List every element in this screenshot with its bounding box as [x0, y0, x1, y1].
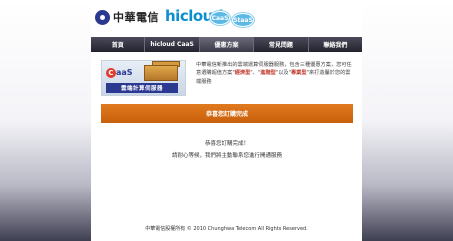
page-container: 中華電信 hicloud CaaS StaaS 首頁 hicloud CaaS …: [91, 0, 362, 241]
header: 中華電信 hicloud CaaS StaaS: [91, 0, 362, 34]
nav-item-home[interactable]: 首頁: [91, 37, 146, 52]
banner-title: 雲端計算伺服器: [106, 83, 178, 93]
confirmation-message: 恭喜您訂購完成！ 請耐心等候，我們將主動聯系您進行開通服務: [101, 138, 353, 162]
plan-economy: 經濟型: [234, 70, 251, 77]
confirmation-line-1: 恭喜您訂購完成！: [204, 141, 249, 147]
promo-banner: CaaS 雲端計算伺服器 中華電信新推出的雲端運算伺服器服務，包含三種優惠方案，…: [101, 60, 353, 100]
caas-badge: CaaS: [106, 68, 133, 78]
server-box-icon: [144, 65, 178, 81]
company-name: 中華電信: [113, 11, 159, 24]
plan-advanced: 進階型: [260, 70, 276, 77]
footer-copyright: 中華電信股權所有 © 2010 Chunghwa Telecom All Rig…: [145, 225, 308, 232]
staas-bubble-icon: StaaS: [232, 13, 254, 27]
nav-item-contact[interactable]: 聯絡我們: [309, 37, 362, 52]
confirmation-line-2: 請耐心等候，我們將主動聯系您進行開通服務: [171, 153, 282, 159]
caas-badge-text: aaS: [116, 68, 133, 77]
plan-professional: 專業型: [290, 70, 307, 77]
order-complete-bar: 恭喜您訂購完成: [101, 104, 353, 123]
nav-item-offers[interactable]: 優惠方案: [199, 37, 255, 52]
banner-text-3: "以及": [275, 70, 291, 77]
nav-item-faq[interactable]: 常見問題: [254, 37, 309, 52]
chunghwa-logo[interactable]: 中華電信: [95, 9, 159, 25]
banner-text-2: "、": [250, 70, 261, 77]
main-nav: 首頁 hicloud CaaS 優惠方案 常見問題 聯絡我們: [91, 37, 362, 52]
caas-bubble-icon: CaaS: [210, 11, 230, 25]
banner-description: 中華電信新推出的雲端運算伺服器服務，包含三種優惠方案，您可任意選購超值方案"經濟…: [196, 61, 354, 86]
caas-banner-image: CaaS 雲端計算伺服器: [101, 60, 186, 96]
nav-item-hicloud-caas[interactable]: hicloud CaaS: [145, 37, 200, 52]
caas-c-icon: C: [106, 68, 116, 78]
chunghwa-logo-icon: [95, 9, 110, 25]
